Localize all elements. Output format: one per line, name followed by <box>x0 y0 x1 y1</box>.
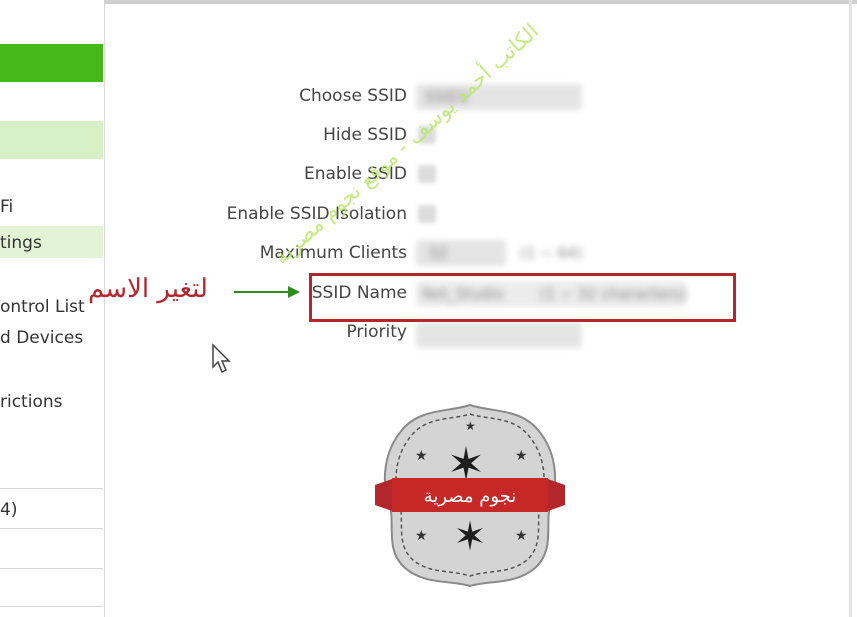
sidebar-divider <box>0 528 103 529</box>
sidebar-item-restrictions[interactable]: rictions <box>0 392 62 412</box>
window-top-border <box>104 0 857 4</box>
ssid-name-highlight <box>309 273 736 322</box>
svg-text:★: ★ <box>415 528 428 544</box>
svg-text:★: ★ <box>515 528 528 544</box>
priority-label: Priority <box>346 322 407 342</box>
sidebar-item-settings[interactable]: tings <box>0 233 42 253</box>
svg-text:✶: ✶ <box>453 514 487 560</box>
mouse-cursor-icon <box>212 343 231 374</box>
sidebar-divider <box>0 568 103 569</box>
sidebar-item-ipv4[interactable]: 4) <box>0 500 17 520</box>
choose-ssid-label: Choose SSID <box>299 86 407 106</box>
svg-text:★: ★ <box>415 448 428 464</box>
sidebar-item-access-control-list[interactable]: ontrol List <box>0 297 85 317</box>
ssid-isolation-checkbox[interactable] <box>418 205 436 223</box>
svg-text:★: ★ <box>465 419 476 433</box>
sidebar-selected-item[interactable] <box>0 121 103 159</box>
sidebar-active-item[interactable] <box>0 44 103 82</box>
annotation-text: لتغير الاسم <box>88 274 208 304</box>
sidebar: Fi tings ontrol List d Devices rictions … <box>0 0 105 617</box>
site-logo: ✶ نجوم مصرية ✶ ★ ★ ★ ★ ★ <box>375 403 565 588</box>
priority-select[interactable] <box>416 322 582 348</box>
enable-ssid-checkbox[interactable] <box>418 165 436 183</box>
sidebar-divider <box>0 488 103 489</box>
logo-banner-text: نجوم مصرية <box>424 486 517 507</box>
max-clients-range: (1 ~ 64) <box>520 244 583 262</box>
svg-text:★: ★ <box>515 448 528 464</box>
sidebar-item-wifi[interactable]: Fi <box>0 197 13 217</box>
sidebar-item-attached-devices[interactable]: d Devices <box>0 328 83 348</box>
sidebar-divider <box>0 606 103 607</box>
window-right-border <box>849 0 852 617</box>
max-clients-value: 32 <box>428 244 448 262</box>
